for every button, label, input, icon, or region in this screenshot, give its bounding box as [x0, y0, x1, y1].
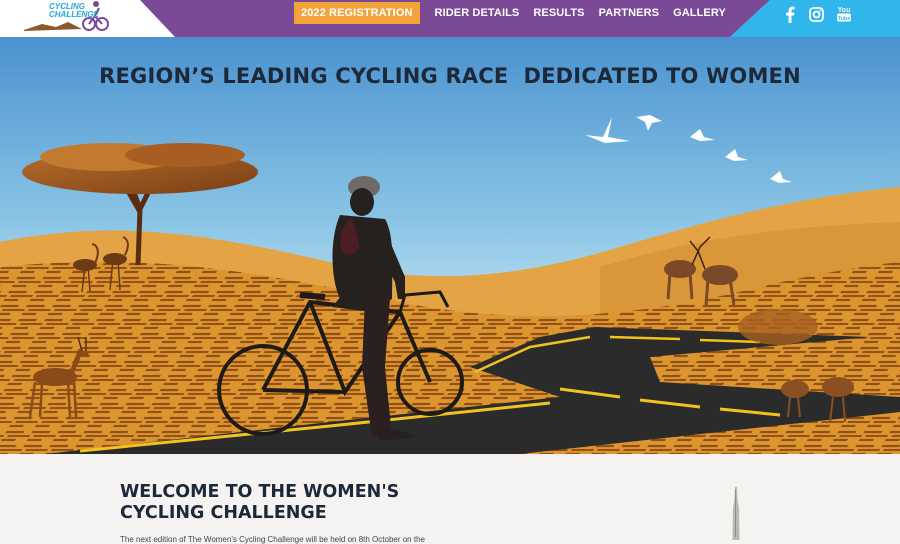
- nav-partners[interactable]: PARTNERS: [592, 2, 667, 24]
- welcome-title: WELCOME TO THE WOMEN'S CYCLING CHALLENGE: [120, 482, 450, 524]
- main-nav: 2022 REGISTRATION RIDER DETAILS RESULTS …: [294, 2, 733, 24]
- welcome-section: WELCOME TO THE WOMEN'S CYCLING CHALLENGE…: [0, 454, 900, 544]
- nav-rider-details[interactable]: RIDER DETAILS: [428, 2, 527, 24]
- svg-text:Tube: Tube: [838, 16, 851, 22]
- welcome-title-line2: CYCLING CHALLENGE: [120, 503, 327, 523]
- site-header: CYCLING CHALLENGE 2022 REGISTRATION RIDE…: [0, 0, 900, 37]
- facebook-icon[interactable]: [782, 5, 798, 23]
- hero-illustration: [0, 37, 900, 454]
- hero-title: REGION’S LEADING CYCLING RACE DEDICATED …: [99, 64, 801, 88]
- svg-text:You: You: [838, 7, 851, 14]
- nav-registration[interactable]: 2022 REGISTRATION: [294, 2, 420, 24]
- trophy-image: [732, 487, 740, 540]
- nav-gallery[interactable]: GALLERY: [666, 2, 733, 24]
- nav-results[interactable]: RESULTS: [526, 2, 591, 24]
- hero-banner: REGION’S LEADING CYCLING RACE DEDICATED …: [0, 37, 900, 454]
- site-logo[interactable]: CYCLING CHALLENGE: [22, 0, 112, 34]
- logo-text-line2: CHALLENGE: [49, 10, 99, 19]
- instagram-icon[interactable]: [807, 5, 825, 23]
- youtube-icon[interactable]: You Tube: [834, 5, 854, 23]
- welcome-title-line1: WELCOME TO THE WOMEN'S: [120, 482, 400, 502]
